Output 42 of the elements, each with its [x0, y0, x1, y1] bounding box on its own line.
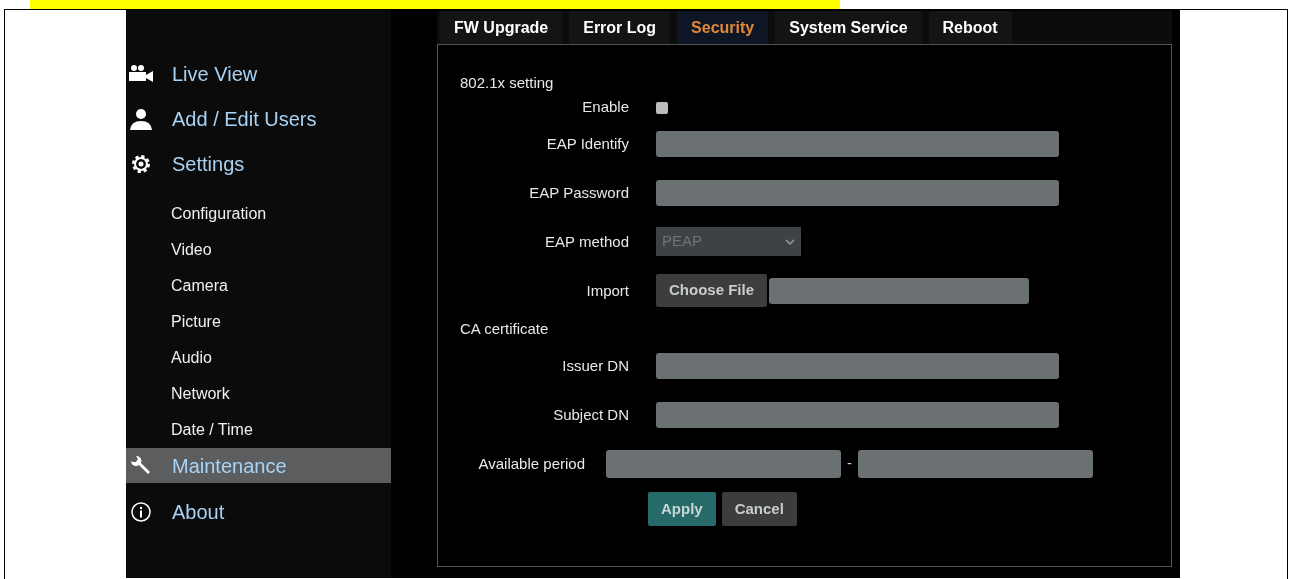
input-field[interactable]	[656, 352, 1059, 379]
nav-subitem[interactable]: Date / Time	[126, 412, 391, 448]
action-button[interactable]: Cancel	[721, 492, 797, 526]
tab[interactable]: Security	[677, 11, 769, 44]
nav-subitem[interactable]: Video	[126, 232, 391, 268]
enable-checkbox[interactable]	[656, 102, 668, 114]
nav-subitem[interactable]: Camera	[126, 268, 391, 304]
section-heading: 802.1x setting	[460, 74, 554, 91]
field-label: EAP method	[545, 232, 629, 250]
nav-subitem[interactable]: Network	[126, 376, 391, 412]
info-icon	[128, 500, 154, 523]
tab[interactable]: Reboot	[928, 11, 1012, 44]
range-separator: -	[847, 453, 852, 474]
section-heading: CA certificate	[460, 320, 549, 337]
chevron-icon	[785, 237, 795, 246]
nav-subitem[interactable]: Picture	[126, 304, 391, 340]
tab[interactable]: System Service	[775, 11, 922, 44]
choose-file-button[interactable]: Choose File	[656, 274, 767, 307]
nav-item[interactable]: Settings	[126, 146, 391, 181]
tab[interactable]: FW Upgrade	[440, 11, 563, 44]
field-label: Issuer DN	[562, 356, 629, 374]
nav-item[interactable]: Add / Edit Users	[126, 101, 391, 136]
action-button[interactable]: Apply	[648, 492, 716, 526]
nav-item[interactable]: Maintenance	[126, 448, 391, 483]
nav-item[interactable]: About	[126, 494, 391, 529]
input-field[interactable]	[656, 179, 1059, 206]
nav-subitem[interactable]: Audio	[126, 340, 391, 376]
tab[interactable]: Error Log	[569, 11, 671, 44]
field-label: EAP Identify	[546, 134, 629, 152]
video-camera-icon	[128, 62, 154, 85]
field-label: Import	[586, 281, 629, 299]
end-date-field[interactable]	[858, 449, 1093, 478]
nav-subitem[interactable]: Configuration	[126, 196, 391, 232]
input-field[interactable]	[656, 130, 1059, 157]
field-label: Subject DN	[553, 405, 629, 423]
user-icon	[128, 107, 154, 130]
input-field[interactable]	[656, 401, 1059, 428]
start-date-field[interactable]	[606, 449, 841, 478]
field-label: EAP Password	[529, 183, 629, 201]
field-label: Available period	[478, 454, 585, 472]
nav-item[interactable]: Live View	[126, 56, 391, 91]
field-label: Enable	[582, 98, 629, 115]
